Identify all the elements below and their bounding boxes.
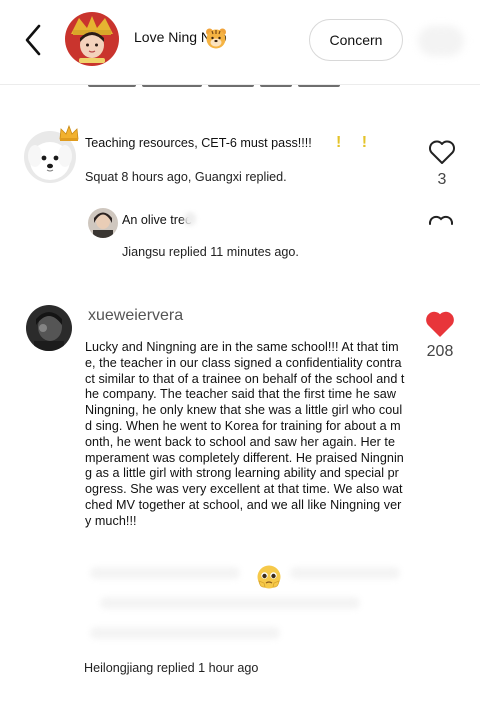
- reply-username[interactable]: An olive tree: [122, 213, 192, 227]
- comment-meta: Squat 8 hours ago, Guangxi replied.: [85, 170, 287, 184]
- faded-more-icon[interactable]: [418, 26, 464, 56]
- heart-outline-icon: [429, 140, 455, 164]
- author-avatar-image: [65, 12, 119, 66]
- reply-avatar-image: [88, 208, 118, 238]
- reply-meta: Jiangsu replied 11 minutes ago.: [122, 245, 299, 259]
- author-avatar[interactable]: [65, 12, 119, 66]
- exclamation-emoji-icon: ! !: [336, 134, 376, 151]
- crown-badge-icon: [58, 124, 80, 142]
- like-button[interactable]: [427, 138, 457, 166]
- commenter-avatar[interactable]: [26, 305, 72, 351]
- like-count: 208: [426, 343, 454, 360]
- comment-body: Lucky and Ningning are in the same schoo…: [85, 340, 405, 528]
- back-button[interactable]: [20, 22, 48, 58]
- heart-filled-icon: [426, 311, 454, 337]
- heart-outline-icon: [428, 215, 454, 225]
- top-bar: Love Ning Nao Concern: [0, 0, 480, 85]
- commenter-username[interactable]: xueweiervera: [88, 307, 183, 325]
- like-count: 3: [437, 171, 447, 188]
- tiger-face-emoji-icon: [204, 26, 228, 50]
- reply-like-button[interactable]: [426, 212, 456, 240]
- faded-text-area: [80, 555, 420, 655]
- dark-avatar-image: [26, 305, 72, 351]
- reply-emoji-icon: [184, 212, 196, 226]
- comment-text: Teaching resources, CET-6 must pass!!!!: [85, 136, 312, 150]
- like-button[interactable]: [424, 309, 456, 339]
- reply-avatar[interactable]: [88, 208, 118, 238]
- chevron-left-icon: [25, 24, 41, 56]
- follow-button[interactable]: Concern: [309, 19, 403, 61]
- comment-meta: Heilongjiang replied 1 hour ago: [84, 661, 259, 675]
